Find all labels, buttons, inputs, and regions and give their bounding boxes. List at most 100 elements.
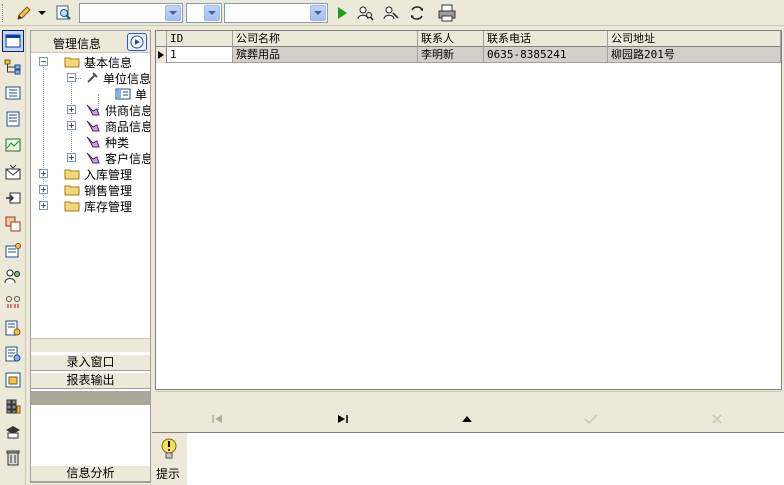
cell-contact[interactable]: 李明新 — [418, 47, 484, 63]
cell-address[interactable]: 柳园路201号 — [608, 47, 781, 63]
cell-id[interactable]: 1 — [167, 47, 233, 63]
last-record-button[interactable] — [331, 412, 355, 426]
col-header-address[interactable]: 公司地址 — [608, 31, 781, 47]
nav-section-bar — [31, 391, 150, 405]
chart-icon[interactable] — [2, 134, 24, 156]
row-indicator-icon — [156, 47, 167, 63]
hint-panel: 提示 — [152, 432, 784, 485]
collapse-icon[interactable]: − — [67, 73, 76, 82]
tree-node-sales[interactable]: + 销售管理 — [38, 182, 132, 198]
nav-panel: 管理信息 − 基本信息 − 单位信息 单 + 供商信息 + 商品信息 种类 + … — [30, 30, 151, 483]
run-icon[interactable] — [332, 3, 352, 23]
tree-node-inbound[interactable]: + 入库管理 — [38, 166, 132, 182]
close-icon — [712, 414, 722, 424]
tree-label: 库存管理 — [84, 199, 133, 214]
settings-icon[interactable] — [2, 239, 24, 261]
nav-splitter[interactable] — [31, 338, 150, 352]
insert-record-button[interactable] — [455, 412, 479, 426]
report-icon[interactable] — [2, 317, 24, 339]
search-user-icon[interactable] — [355, 3, 375, 23]
tree-node-unit-info[interactable]: − 单位信息 — [66, 70, 150, 86]
col-header-company[interactable]: 公司名称 — [233, 31, 418, 47]
cancel-record-button[interactable] — [705, 412, 729, 426]
expand-icon[interactable]: + — [39, 185, 48, 194]
tab-report-output[interactable]: 报表输出 — [31, 372, 150, 389]
report-2-icon[interactable] — [2, 343, 24, 365]
cell-company[interactable]: 殡葬用品 — [233, 47, 418, 63]
table-row[interactable]: 1 殡葬用品 李明新 0635-8385241 柳园路201号 — [156, 47, 781, 63]
chevron-down-icon[interactable] — [36, 3, 48, 23]
nav-header: 管理信息 — [31, 31, 150, 53]
grid-corner — [156, 31, 167, 47]
toolbar-combo-2[interactable] — [186, 3, 222, 23]
play-circle-icon — [130, 35, 144, 49]
col-header-contact[interactable]: 联系人 — [418, 31, 484, 47]
expand-icon[interactable]: + — [39, 169, 48, 178]
nav-toggle-button[interactable] — [127, 33, 147, 51]
expand-icon[interactable]: + — [67, 105, 76, 114]
tab-info-analysis[interactable]: 信息分析 — [31, 465, 150, 482]
tree-node-customer-info[interactable]: + 客户信息 — [66, 150, 150, 166]
key-icon — [86, 104, 100, 116]
chevron-down-icon[interactable] — [204, 5, 220, 21]
post-record-button[interactable] — [579, 412, 603, 426]
toolbar-combo-3[interactable] — [224, 3, 328, 23]
tree-label: 基本信息 — [84, 55, 133, 70]
tree-label: 销售管理 — [84, 183, 133, 198]
last-icon — [338, 415, 348, 423]
tree-icon[interactable] — [2, 56, 24, 78]
users-icon[interactable] — [2, 265, 24, 287]
chevron-down-icon[interactable] — [165, 5, 181, 21]
left-icon-bar — [0, 27, 26, 485]
folder-icon — [64, 201, 80, 212]
expand-icon[interactable]: + — [67, 121, 76, 130]
folder-open-icon — [64, 57, 80, 68]
lightbulb-icon — [161, 438, 177, 459]
tree-node-supplier-info[interactable]: + 供商信息 — [66, 102, 150, 118]
list-icon[interactable] — [2, 82, 24, 104]
toolbar-combo-1[interactable] — [79, 3, 183, 23]
tree-node-unit-form[interactable]: 单 — [97, 86, 147, 102]
refresh-icon[interactable] — [407, 3, 427, 23]
calendar-icon[interactable] — [2, 395, 24, 417]
folder-icon — [64, 185, 80, 196]
tree-label: 单 — [135, 87, 148, 102]
search-user-2-icon[interactable] — [381, 3, 401, 23]
tree-node-inventory[interactable]: + 库存管理 — [38, 198, 132, 214]
arrow-box-icon[interactable] — [2, 187, 24, 209]
hat-icon[interactable] — [2, 421, 24, 443]
print-icon[interactable] — [437, 3, 457, 23]
mail-icon[interactable] — [2, 161, 24, 183]
tree-label: 商品信息 — [105, 119, 150, 134]
form-icon — [115, 88, 131, 100]
expand-icon[interactable]: + — [67, 153, 76, 162]
grid-icon[interactable] — [2, 213, 24, 235]
collapse-icon[interactable]: − — [39, 57, 48, 66]
cell-phone[interactable]: 0635-8385241 — [484, 47, 608, 63]
tree-node-product-info[interactable]: + 商品信息 — [66, 118, 150, 134]
data-grid[interactable]: ID 公司名称 联系人 联系电话 公司地址 1 殡葬用品 李明新 0635-83… — [155, 30, 782, 390]
trash-icon[interactable] — [2, 447, 24, 469]
col-header-phone[interactable]: 联系电话 — [484, 31, 608, 47]
chevron-down-icon[interactable] — [310, 5, 326, 21]
tree-node-basic-info[interactable]: − 基本信息 — [38, 54, 132, 70]
expand-icon[interactable]: + — [39, 201, 48, 210]
nav-header-label: 管理信息 — [53, 37, 102, 51]
nav-tree: − 基本信息 − 单位信息 单 + 供商信息 + 商品信息 种类 + 客户信息 … — [31, 54, 150, 354]
folder-icon — [64, 169, 80, 180]
find-icon[interactable] — [54, 3, 74, 23]
tab-entry-window[interactable]: 录入窗口 — [31, 354, 150, 371]
check-icon — [584, 414, 598, 424]
pencil-icon[interactable] — [14, 3, 34, 23]
col-header-id[interactable]: ID — [167, 31, 233, 47]
triangle-up-icon — [462, 416, 472, 422]
tree-node-category[interactable]: 种类 — [66, 134, 129, 150]
first-record-button[interactable] — [205, 412, 229, 426]
window-icon[interactable] — [2, 30, 24, 52]
tree-label: 供商信息 — [105, 103, 150, 118]
link-icon[interactable] — [2, 291, 24, 313]
key-icon — [86, 120, 100, 132]
table-icon[interactable] — [2, 369, 24, 391]
toolbar-grip[interactable] — [2, 4, 5, 22]
document-icon[interactable] — [2, 108, 24, 130]
